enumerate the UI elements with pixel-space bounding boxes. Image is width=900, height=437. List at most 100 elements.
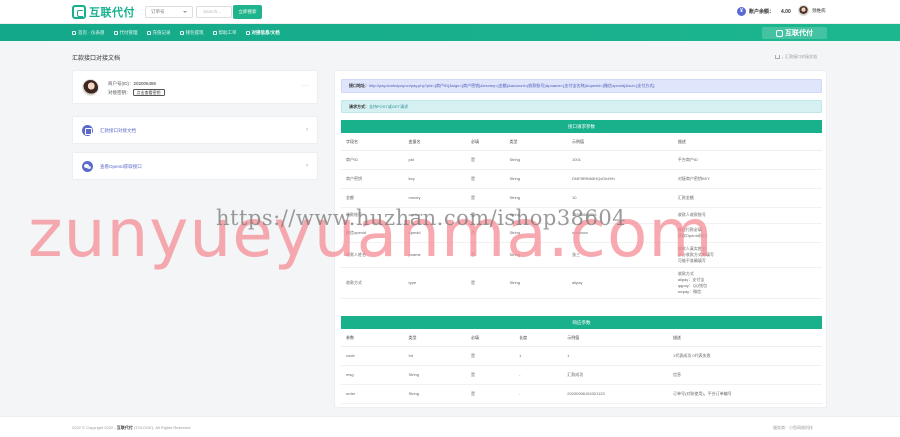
breadcrumb: / 汇款接口对接文档 bbox=[775, 54, 817, 60]
column-header: 类型 bbox=[504, 134, 568, 151]
table-cell: - bbox=[514, 384, 563, 404]
table-cell: 张三 bbox=[567, 242, 673, 268]
api-address-box: 接口地址：http://pay.duohuipay.cn/pay.php?pid… bbox=[341, 79, 822, 93]
home-icon[interactable] bbox=[775, 55, 780, 59]
table-cell: 收款人姓名 bbox=[341, 242, 404, 268]
merchant-id-label: 商户号(ID)： bbox=[108, 81, 134, 86]
column-header: 参数 bbox=[341, 330, 404, 347]
page-footer: 2022 © Copyright 2022 - 互联代付 (TOLOOK). A… bbox=[0, 416, 900, 437]
brand-logo[interactable]: 互联代付 bbox=[72, 4, 135, 20]
user-name: 颈椎病 bbox=[812, 7, 826, 13]
table-cell: pname bbox=[403, 242, 467, 268]
table-cell: 订单号(对账使用)，平台订单编号 bbox=[668, 384, 822, 404]
table-header-row: 字段名 变量名 必填 类型 示例值 描述 bbox=[341, 134, 822, 151]
table-cell: 微信openid bbox=[341, 223, 404, 243]
table-cell: 微信付款必填 获取OpenId接口 bbox=[672, 223, 822, 243]
table-cell: Df4F8RfNb5HQvDh4Hh bbox=[567, 169, 673, 189]
table-cell: 金额 bbox=[341, 188, 404, 208]
table-row: 商户密钥 key 是 String Df4F8RfNb5HQvDh4Hh 对接商户密钥KE… bbox=[341, 169, 822, 189]
table-row: 金额 money 是 String 10 汇款金额 bbox=[341, 188, 822, 208]
balance-label: 账户余额： bbox=[749, 9, 775, 15]
request-method-label: 请求方式： bbox=[349, 104, 369, 109]
request-params-table: 字段名 变量名 必填 类型 示例值 描述 商户ID pid 是 String 1001 平台商户ID… bbox=[341, 134, 822, 299]
table-cell: pid bbox=[403, 150, 467, 170]
table-cell: String bbox=[403, 384, 467, 404]
request-params-title: 接口请求参数 bbox=[341, 120, 822, 133]
chevron-right-icon: › bbox=[306, 127, 308, 133]
response-params-table: 参数 类型 必填 长度 示例值 描述 code Int 是 1 1 1代表成功 0代表失败 msg St… bbox=[341, 330, 822, 404]
nav-item-payouts[interactable]: 代付管理 bbox=[113, 30, 138, 36]
view-key-button[interactable]: 点击查看密钥 bbox=[132, 89, 165, 96]
avatar bbox=[82, 79, 99, 96]
api-doc-panel: 接口地址：http://pay.duohuipay.cn/pay.php?pid… bbox=[334, 70, 827, 408]
table-cell: account bbox=[403, 207, 467, 224]
main-nav: 首页 · 仪表盘 代付管理 充值记录 钱包提现 帮助工单 对接信息/文档 互联代… bbox=[0, 24, 900, 41]
table-cell: 收款人收款账号 bbox=[672, 207, 822, 224]
search-button[interactable]: 立即搜索 bbox=[233, 5, 262, 19]
table-cell: order bbox=[341, 384, 404, 404]
nav-item-docs[interactable]: 对接信息/文档 bbox=[245, 30, 280, 36]
table-cell: 1001 bbox=[567, 150, 673, 170]
breadcrumb-current: 汇款接口对接文档 bbox=[785, 54, 818, 59]
wallet-icon bbox=[179, 30, 184, 35]
table-cell: - bbox=[514, 365, 563, 385]
top-header: 互联代付 订单号 Search... 立即搜索 ¥ 账户余额： 4.00 颈椎病 bbox=[0, 0, 900, 24]
page-title: 汇款接口对接文档 bbox=[72, 56, 121, 62]
search-type-select[interactable]: 订单号 bbox=[145, 6, 193, 18]
table-cell: 是 bbox=[466, 169, 505, 189]
breadcrumb-separator: / bbox=[782, 54, 784, 60]
table-row: msg String 是 - 汇款成功 信息 bbox=[341, 365, 822, 385]
table-cell: 是 bbox=[466, 267, 505, 299]
wechat-icon bbox=[82, 161, 93, 172]
table-cell: 汇款成功 bbox=[562, 365, 669, 385]
column-header: 类型 bbox=[403, 330, 467, 347]
search-input[interactable]: Search... bbox=[196, 6, 232, 18]
api-key-row: 对接密钥： 点击查看密钥 bbox=[108, 89, 165, 96]
table-row: 微信openid openid 否 String xxxxxxxx 微信付款必填 获取Op… bbox=[341, 223, 822, 243]
footer-copyright: 2022 © Copyright 2022 - 互联代付 (TOLOOK). A… bbox=[72, 425, 191, 431]
column-header: 变量名 bbox=[403, 134, 467, 151]
link-card-transfer-docs[interactable]: 汇款接口对接文档 › bbox=[72, 116, 318, 144]
table-cell: 是 bbox=[466, 207, 505, 224]
logo-icon bbox=[72, 5, 86, 19]
footer-brand[interactable]: 互联代付 bbox=[117, 425, 133, 430]
nav-item-dashboard[interactable]: 首页 · 仪表盘 bbox=[72, 30, 105, 36]
table-cell: 1 bbox=[514, 346, 563, 366]
api-address-value[interactable]: http://pay.duohuipay.cn/pay.php?pid={商户I… bbox=[369, 83, 655, 88]
search-placeholder: Search... bbox=[203, 9, 222, 14]
table-cell: 商户ID bbox=[341, 150, 404, 170]
link-card-openid[interactable]: 查看OpenId获取接口 › bbox=[72, 152, 318, 180]
avatar bbox=[798, 5, 809, 16]
table-row: code Int 是 1 1 1代表成功 0代表失败 bbox=[341, 346, 822, 366]
column-header: 示例值 bbox=[567, 134, 673, 151]
table-cell: 否 bbox=[466, 223, 505, 243]
table-cell: Int bbox=[403, 346, 467, 366]
more-options-icon[interactable]: ··· bbox=[302, 83, 310, 89]
nav-brand-text: 互联代付 bbox=[785, 30, 813, 37]
table-cell: 是 bbox=[466, 188, 505, 208]
nav-item-recharge[interactable]: 充值记录 bbox=[146, 30, 171, 36]
table-cell: 13588888888 bbox=[567, 207, 673, 224]
nav-item-tickets[interactable]: 帮助工单 bbox=[212, 30, 237, 36]
table-row: 收款方式 type 是 String alipay 收款方式 alipay：支付宝 qqp… bbox=[341, 267, 822, 299]
table-cell: 20200906154321123 bbox=[562, 384, 669, 404]
table-cell: String bbox=[504, 207, 568, 224]
user-menu[interactable]: 颈椎病 bbox=[798, 5, 826, 16]
table-cell: String bbox=[504, 169, 568, 189]
transfer-icon bbox=[113, 30, 118, 35]
table-cell: 收款方式 alipay：支付宝 qqpay：QQ钱包 wxpay：微信 bbox=[672, 267, 822, 299]
table-cell: 否 bbox=[466, 242, 505, 268]
nav-item-withdraw[interactable]: 钱包提现 bbox=[179, 30, 204, 36]
column-header: 长度 bbox=[514, 330, 563, 347]
chevron-right-icon: › bbox=[306, 163, 308, 169]
column-header: 必填 bbox=[466, 330, 515, 347]
table-cell: alipay bbox=[567, 267, 673, 299]
table-cell: 对接商户密钥KEY bbox=[672, 169, 822, 189]
table-cell: type bbox=[403, 267, 467, 299]
account-balance: ¥ 账户余额： 4.00 bbox=[737, 7, 791, 16]
response-params-title: 响应参数 bbox=[341, 316, 822, 329]
table-cell: String bbox=[504, 267, 568, 299]
column-header: 必填 bbox=[466, 134, 505, 151]
table-cell: money bbox=[403, 188, 467, 208]
table-cell: 10 bbox=[567, 188, 673, 208]
